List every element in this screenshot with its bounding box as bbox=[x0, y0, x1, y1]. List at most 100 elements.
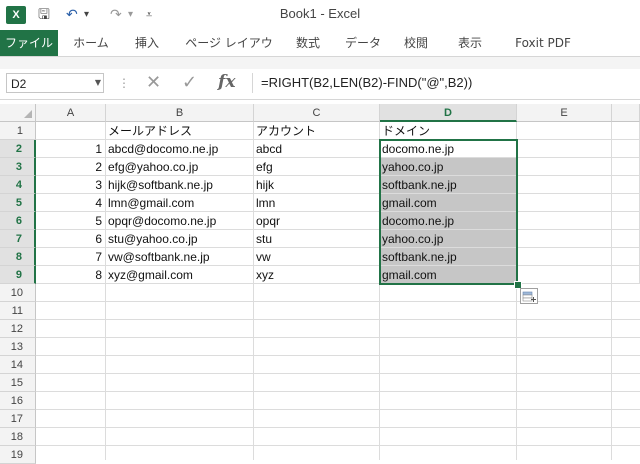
tab-page-layout[interactable]: ページ レイアウト bbox=[180, 30, 278, 76]
cell-f5[interactable] bbox=[612, 194, 640, 212]
cell-d3[interactable]: yahoo.co.jp bbox=[380, 158, 517, 176]
cell-e3[interactable] bbox=[517, 158, 612, 176]
tab-review[interactable]: 校閲 bbox=[394, 30, 438, 56]
column-header-e[interactable]: E bbox=[517, 104, 612, 122]
select-all-corner[interactable] bbox=[0, 104, 36, 122]
tab-home[interactable]: ホーム bbox=[66, 30, 116, 56]
cell-e8[interactable] bbox=[517, 248, 612, 266]
cell-c9[interactable]: xyz bbox=[254, 266, 380, 284]
row-header[interactable]: 4 bbox=[0, 176, 36, 194]
cell-a4[interactable]: 3 bbox=[36, 176, 106, 194]
row-header[interactable]: 9 bbox=[0, 266, 36, 284]
row-header[interactable]: 8 bbox=[0, 248, 36, 266]
cell-b3[interactable]: efg@yahoo.co.jp bbox=[106, 158, 254, 176]
cell-a2[interactable]: 1 bbox=[36, 140, 106, 158]
cell-f9[interactable] bbox=[612, 266, 640, 284]
cell-e9[interactable] bbox=[517, 266, 612, 284]
cell-d7[interactable]: yahoo.co.jp bbox=[380, 230, 517, 248]
cell-f3[interactable] bbox=[612, 158, 640, 176]
row-header[interactable]: 6 bbox=[0, 212, 36, 230]
cell-f7[interactable] bbox=[612, 230, 640, 248]
cell-c7[interactable]: stu bbox=[254, 230, 380, 248]
cell-b1[interactable]: メールアドレス bbox=[106, 122, 254, 140]
name-box[interactable]: D2 bbox=[6, 73, 104, 93]
column-header-b[interactable]: B bbox=[106, 104, 254, 122]
cell-c8[interactable]: vw bbox=[254, 248, 380, 266]
column-header-c[interactable]: C bbox=[254, 104, 380, 122]
cell-a7[interactable]: 6 bbox=[36, 230, 106, 248]
cell-b7[interactable]: stu@yahoo.co.jp bbox=[106, 230, 254, 248]
cell-d8[interactable]: softbank.ne.jp bbox=[380, 248, 517, 266]
column-header-a[interactable]: A bbox=[36, 104, 106, 122]
name-box-dropdown-icon[interactable]: ▼ bbox=[92, 73, 104, 93]
worksheet-grid[interactable]: A B C D E 1 2 3 4 5 6 7 8 9 10 11 12 13 … bbox=[0, 104, 640, 464]
cell-e6[interactable] bbox=[517, 212, 612, 230]
tab-data[interactable]: データ bbox=[338, 30, 388, 56]
tab-file[interactable]: ファイル bbox=[0, 30, 58, 56]
quick-analysis-button[interactable] bbox=[520, 288, 538, 304]
cancel-icon[interactable]: ✕ bbox=[146, 72, 161, 94]
row-header[interactable]: 5 bbox=[0, 194, 36, 212]
row-header[interactable]: 7 bbox=[0, 230, 36, 248]
cell-f4[interactable] bbox=[612, 176, 640, 194]
cell-a8[interactable]: 7 bbox=[36, 248, 106, 266]
cell-f1[interactable] bbox=[612, 122, 640, 140]
tab-insert[interactable]: 挿入 bbox=[124, 30, 170, 56]
tab-view[interactable]: 表示 bbox=[448, 30, 492, 56]
formula-input[interactable]: =RIGHT(B2,LEN(B2)-FIND("@",B2)) bbox=[252, 73, 640, 93]
cell-c6[interactable]: opqr bbox=[254, 212, 380, 230]
cell-d2[interactable]: docomo.ne.jp bbox=[380, 140, 517, 158]
formula-bar-resize-handle-icon[interactable]: ⋮ bbox=[118, 73, 130, 93]
column-header-f[interactable] bbox=[612, 104, 640, 122]
row-header[interactable]: 16 bbox=[0, 392, 36, 410]
row-header[interactable]: 13 bbox=[0, 338, 36, 356]
cell-a3[interactable]: 2 bbox=[36, 158, 106, 176]
ribbon-collapsed-area bbox=[0, 56, 640, 70]
cell-e1[interactable] bbox=[517, 122, 612, 140]
row-header[interactable]: 18 bbox=[0, 428, 36, 446]
cell-a5[interactable]: 4 bbox=[36, 194, 106, 212]
cell-c3[interactable]: efg bbox=[254, 158, 380, 176]
row-header[interactable]: 15 bbox=[0, 374, 36, 392]
cell-d9[interactable]: gmail.com bbox=[380, 266, 517, 284]
cell-b4[interactable]: hijk@softbank.ne.jp bbox=[106, 176, 254, 194]
cell-b9[interactable]: xyz@gmail.com bbox=[106, 266, 254, 284]
cell-d4[interactable]: softbank.ne.jp bbox=[380, 176, 517, 194]
cell-a6[interactable]: 5 bbox=[36, 212, 106, 230]
tab-foxit-pdf[interactable]: Foxit PDF bbox=[504, 30, 582, 56]
cell-e2[interactable] bbox=[517, 140, 612, 158]
cell-c2[interactable]: abcd bbox=[254, 140, 380, 158]
row-header[interactable]: 17 bbox=[0, 410, 36, 428]
row-header[interactable]: 14 bbox=[0, 356, 36, 374]
cell-b5[interactable]: lmn@gmail.com bbox=[106, 194, 254, 212]
cell-a1[interactable] bbox=[36, 122, 106, 140]
row-header[interactable]: 3 bbox=[0, 158, 36, 176]
row-header[interactable]: 11 bbox=[0, 302, 36, 320]
cell-e5[interactable] bbox=[517, 194, 612, 212]
cell-d6[interactable]: docomo.ne.jp bbox=[380, 212, 517, 230]
cell-f2[interactable] bbox=[612, 140, 640, 158]
row-header[interactable]: 12 bbox=[0, 320, 36, 338]
cell-f6[interactable] bbox=[612, 212, 640, 230]
cell-e7[interactable] bbox=[517, 230, 612, 248]
empty-cells-area[interactable] bbox=[36, 284, 640, 460]
cell-f8[interactable] bbox=[612, 248, 640, 266]
cell-b6[interactable]: opqr@docomo.ne.jp bbox=[106, 212, 254, 230]
cell-c1[interactable]: アカウント bbox=[254, 122, 380, 140]
cell-c5[interactable]: lmn bbox=[254, 194, 380, 212]
row-header[interactable]: 10 bbox=[0, 284, 36, 302]
cell-d1[interactable]: ドメイン bbox=[380, 122, 517, 140]
cell-d5[interactable]: gmail.com bbox=[380, 194, 517, 212]
cell-e4[interactable] bbox=[517, 176, 612, 194]
cell-c4[interactable]: hijk bbox=[254, 176, 380, 194]
column-header-d[interactable]: D bbox=[380, 104, 517, 122]
insert-function-icon[interactable]: fx bbox=[218, 71, 235, 93]
row-header[interactable]: 2 bbox=[0, 140, 36, 158]
cell-b2[interactable]: abcd@docomo.ne.jp bbox=[106, 140, 254, 158]
enter-icon[interactable]: ✓ bbox=[182, 72, 197, 94]
row-header[interactable]: 19 bbox=[0, 446, 36, 464]
cell-a9[interactable]: 8 bbox=[36, 266, 106, 284]
tab-formulas[interactable]: 数式 bbox=[286, 30, 330, 56]
cell-b8[interactable]: vw@softbank.ne.jp bbox=[106, 248, 254, 266]
row-header[interactable]: 1 bbox=[0, 122, 36, 140]
